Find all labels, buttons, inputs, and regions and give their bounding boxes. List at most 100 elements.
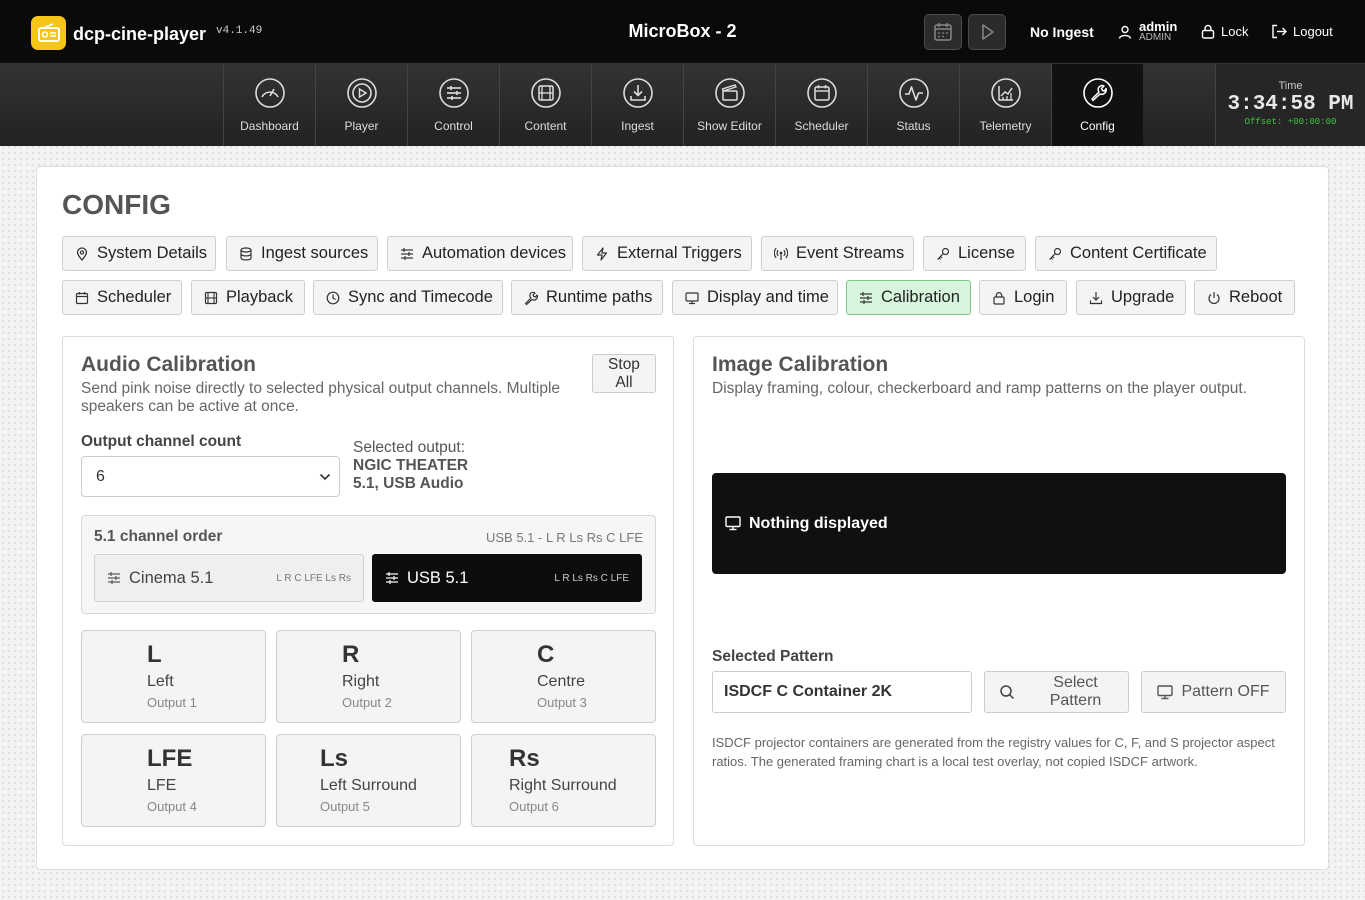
speaker-right-button[interactable]: R Right Output 2 — [276, 630, 461, 723]
order-option-label: Cinema 5.1 — [129, 568, 214, 587]
speaker-name: Left — [147, 673, 174, 690]
tab-content-certificate[interactable]: Content Certificate — [1035, 236, 1217, 271]
channel-order-box: 5.1 channel order USB 5.1 - L R Ls Rs C … — [81, 515, 656, 614]
clock-icon — [326, 291, 340, 304]
stop-all-button[interactable]: Stop All — [592, 354, 656, 393]
channel-count-label: Output channel count — [81, 433, 242, 450]
tab-automation-devices[interactable]: Automation devices — [387, 236, 573, 271]
audio-title: Audio Calibration — [81, 353, 256, 376]
speaker-lfe-button[interactable]: LFE LFE Output 4 — [81, 734, 266, 827]
tab-label: Ingest sources — [261, 244, 369, 262]
gauge-icon — [254, 78, 285, 108]
tab-license[interactable]: License — [923, 236, 1026, 271]
logout-icon — [1272, 24, 1287, 39]
speaker-left-button[interactable]: L Left Output 1 — [81, 630, 266, 723]
nav-label: Status — [896, 119, 931, 133]
speaker-left-surround-button[interactable]: Ls Left Surround Output 5 — [276, 734, 461, 827]
bolt-icon — [596, 246, 608, 261]
lock-label: Lock — [1221, 24, 1249, 39]
key-icon — [1049, 247, 1062, 260]
select-pattern-label: Select — [1053, 674, 1098, 691]
nav-ingest[interactable]: Ingest — [591, 64, 683, 146]
sliders-icon — [386, 572, 398, 584]
order-option-label: USB 5.1 — [407, 568, 469, 587]
select-pattern-label: Pattern — [1049, 692, 1102, 709]
order-option-channels: L R C LFE Ls Rs — [276, 572, 351, 584]
play-circle-icon — [346, 78, 377, 108]
tab-label: Event Streams — [796, 244, 905, 262]
user-menu[interactable]: admin ADMIN — [1118, 20, 1177, 43]
logout-button[interactable]: Logout — [1271, 24, 1333, 39]
logout-label: Logout — [1293, 24, 1333, 39]
nav-status[interactable]: Status — [867, 64, 959, 146]
isdcf-note: ISDCF projector containers are generated… — [712, 733, 1286, 771]
audio-desc-line: Send pink noise directly to selected phy… — [81, 380, 561, 397]
nav-config[interactable]: Config — [1051, 64, 1143, 146]
tab-external-triggers[interactable]: External Triggers — [582, 236, 752, 271]
channel-order-title: 5.1 channel order — [94, 528, 223, 545]
tab-runtime-paths[interactable]: Runtime paths — [511, 280, 663, 315]
select-pattern-button[interactable]: Select Pattern — [984, 671, 1129, 713]
nav-dashboard[interactable]: Dashboard — [223, 64, 315, 146]
tab-display-and-time[interactable]: Display and time — [672, 280, 838, 315]
selected-output-name: NGIC THEATER — [353, 457, 469, 474]
nav-content[interactable]: Content — [499, 64, 591, 146]
pattern-off-button[interactable]: Pattern OFF — [1141, 671, 1286, 713]
selected-pattern-field[interactable]: ISDCF C Container 2K — [712, 671, 972, 713]
speaker-right-surround-button[interactable]: Rs Right Surround Output 6 — [471, 734, 656, 827]
page-title: CONFIG — [62, 189, 171, 220]
note-line: ratios. The generated framing chart is a… — [712, 754, 1198, 769]
tab-sync-and-timecode[interactable]: Sync and Timecode — [313, 280, 503, 315]
tab-ingest-sources[interactable]: Ingest sources — [226, 236, 378, 271]
nav-label: Dashboard — [240, 119, 299, 133]
pattern-preview: Nothing displayed — [712, 473, 1286, 574]
tab-playback[interactable]: Playback — [191, 280, 305, 315]
image-calibration-panel: Image Calibration Display framing, colou… — [693, 336, 1305, 846]
tab-calibration[interactable]: Calibration — [846, 280, 971, 315]
user-icon — [1118, 25, 1132, 39]
clock-offset: Offset: +00:00:00 — [1244, 117, 1337, 127]
speaker-abbr: Ls — [320, 745, 349, 772]
tab-upgrade[interactable]: Upgrade — [1076, 280, 1186, 315]
tab-reboot[interactable]: Reboot — [1194, 280, 1295, 315]
tab-label: System Details — [97, 244, 208, 262]
nav-control[interactable]: Control — [407, 64, 499, 146]
tab-event-streams[interactable]: Event Streams — [761, 236, 914, 271]
stop-label: Stop — [608, 356, 640, 373]
nav-show-editor[interactable]: Show Editor — [683, 64, 775, 146]
tab-login[interactable]: Login — [979, 280, 1067, 315]
broadcast-icon — [774, 247, 788, 260]
speaker-name: Centre — [537, 673, 586, 690]
speaker-abbr: R — [342, 641, 360, 668]
usb-51-button[interactable]: USB 5.1 L R Ls Rs C LFE — [372, 554, 642, 602]
tab-system-details[interactable]: System Details — [62, 236, 216, 271]
lock-button[interactable]: Lock — [1201, 24, 1248, 39]
tab-scheduler[interactable]: Scheduler — [62, 280, 182, 315]
main-nav: Dashboard Player Control Content Ingest … — [0, 64, 1365, 146]
chevron-down-icon — [319, 473, 331, 480]
tab-label: Playback — [226, 288, 293, 306]
nav-player[interactable]: Player — [315, 64, 407, 146]
cinema-51-button[interactable]: Cinema 5.1 L R C LFE Ls Rs — [94, 554, 364, 602]
speaker-name: LFE — [147, 777, 177, 794]
play-button[interactable] — [968, 14, 1006, 50]
download-icon — [622, 78, 653, 108]
monitor-icon — [685, 291, 699, 304]
wrench-icon — [1082, 78, 1113, 108]
speaker-centre-button[interactable]: C Centre Output 3 — [471, 630, 656, 723]
display-status: Nothing displayed — [749, 514, 888, 532]
monitor-icon — [1157, 684, 1174, 699]
database-icon — [240, 246, 252, 260]
tab-label: Display and time — [707, 288, 829, 306]
pattern-off-label: Pattern OFF — [1181, 683, 1270, 700]
nav-label: Show Editor — [697, 119, 762, 133]
calendar-button[interactable] — [924, 14, 962, 50]
play-icon — [982, 24, 994, 40]
channel-count-select[interactable]: 6 — [81, 456, 340, 497]
tab-label: Login — [1014, 288, 1055, 306]
speaker-output: Output 1 — [147, 695, 197, 710]
nav-scheduler[interactable]: Scheduler — [775, 64, 867, 146]
download-icon — [1089, 291, 1103, 304]
nav-telemetry[interactable]: Telemetry — [959, 64, 1051, 146]
selected-output-label: Selected output: — [353, 439, 466, 456]
